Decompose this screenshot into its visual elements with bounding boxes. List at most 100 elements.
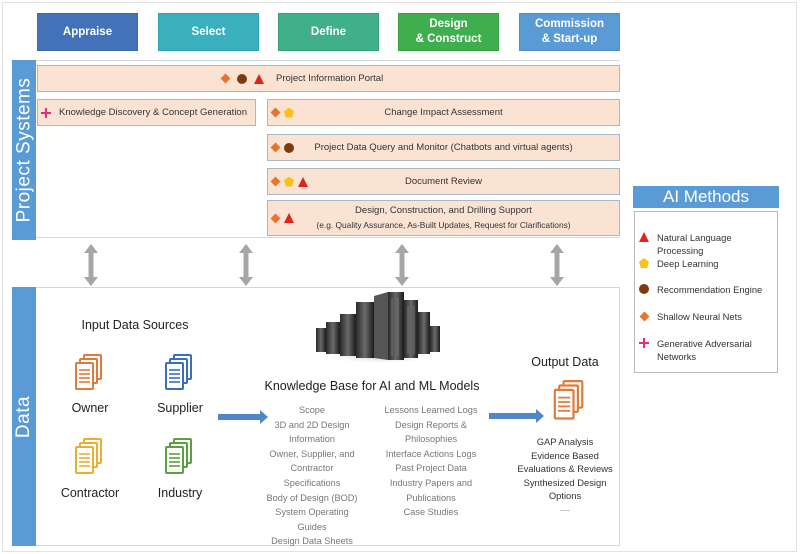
phase-select: Select: [158, 13, 259, 51]
bidirectional-arrow-icon: [395, 244, 409, 286]
source-industry: Industry: [157, 486, 203, 500]
deep-learning-icon: [284, 177, 294, 187]
kb-item: Scope: [298, 405, 326, 415]
kb-item: 3D and 2D Design: [274, 419, 350, 430]
legend-item-nlp: Natural Language Processing: [639, 231, 777, 257]
owner-documents-icon: [75, 354, 102, 390]
phase-label: Design & Construct: [415, 18, 482, 45]
bar-label: Change Impact Assessment: [384, 107, 503, 118]
bar-methods: [270, 213, 294, 223]
pentagon-icon: [639, 258, 649, 268]
circle-icon: [639, 284, 649, 294]
contractor-documents-icon: [75, 438, 102, 474]
phase-label: Appraise: [62, 25, 113, 38]
supplier-documents-icon: [165, 354, 192, 390]
bar-project-information-portal: Project Information Portal: [37, 65, 620, 92]
server-racks-icon: [316, 292, 441, 364]
source-owner: Owner: [71, 401, 109, 415]
generative-adversarial-networks-icon: [41, 107, 51, 118]
project-systems-text: Project Systems: [13, 77, 35, 223]
output-item: Options: [548, 490, 582, 501]
legend-label: Natural Language Processing: [657, 232, 732, 256]
phase-commission-startup: Commission & Start-up: [519, 13, 620, 51]
data-text: Data: [13, 395, 35, 438]
legend-item-recommendation-engine: Recommendation Engine: [639, 283, 762, 296]
knowledge-base-title: Knowledge Base for AI and ML Models: [264, 379, 480, 393]
bar-label: Document Review: [404, 176, 483, 187]
phase-label: Define: [310, 25, 347, 38]
kb-item: Interface Actions Logs: [385, 448, 477, 459]
output-item: GAP Analysis: [536, 436, 594, 447]
kb-item: Industry Papers and: [389, 477, 473, 488]
bar-design-construction-drilling-support: Design, Construction, and Drilling Suppo…: [267, 200, 620, 236]
legend-label: Recommendation Engine: [657, 284, 763, 295]
phase-label: Select: [191, 25, 226, 38]
natural-language-processing-icon: [254, 73, 264, 84]
phase-label: Commission & Start-up: [534, 18, 604, 45]
bar-document-review: Document Review: [267, 168, 620, 195]
phase-design-construct: Design & Construct: [398, 13, 499, 51]
bar-methods: [270, 108, 294, 118]
bar-project-data-query: Project Data Query and Monitor (Chatbots…: [267, 134, 620, 161]
bar-knowledge-discovery: Knowledge Discovery & Concept Generation: [37, 99, 256, 126]
bar-methods: [270, 176, 308, 187]
bidirectional-arrow-icon: [239, 244, 253, 286]
plus-icon: [639, 338, 649, 348]
data-label: Data: [12, 287, 36, 546]
legend-item-shallow-neural-nets: Shallow Neural Nets: [639, 310, 742, 323]
output-data-title: Output Data: [531, 355, 599, 369]
project-systems-label: Project Systems: [12, 60, 36, 240]
kb-item: System Operating Guides: [275, 507, 349, 532]
bidirectional-arrow-icon: [84, 244, 98, 286]
ai-methods-legend: Natural Language Processing Deep Learnin…: [634, 211, 778, 373]
bar-label-group: Design, Construction, and Drilling Suppo…: [316, 203, 570, 233]
diamond-icon: [639, 311, 649, 321]
output-item: Evidence Based: [531, 449, 599, 461]
kb-item: Philosophies: [404, 434, 458, 445]
shallow-neural-nets-icon: [220, 74, 230, 84]
shallow-neural-nets-icon: [270, 143, 280, 153]
bar-label: Knowledge Discovery & Concept Generation: [59, 107, 247, 118]
ai-methods-title: AI Methods: [633, 186, 779, 208]
shallow-neural-nets-icon: [270, 108, 280, 118]
shallow-neural-nets-icon: [270, 177, 280, 187]
legend-label: Deep Learning: [657, 258, 719, 269]
legend-label: Generative Adversarial Networks: [657, 338, 752, 362]
bar-sublabel: (e.g. Quality Assurance, As-Built Update…: [316, 220, 571, 230]
shallow-neural-nets-icon: [270, 213, 280, 223]
kb-item: Contractor Specifications: [283, 463, 341, 488]
deep-learning-icon: [284, 108, 294, 118]
triangle-icon: [639, 232, 649, 242]
recommendation-engine-icon: [237, 73, 247, 84]
phase-define: Define: [278, 13, 379, 51]
kb-item: Past Project Data: [395, 463, 467, 474]
source-supplier: Supplier: [157, 401, 203, 415]
legend-item-deep-learning: Deep Learning: [639, 257, 719, 270]
bar-change-impact-assessment: Change Impact Assessment: [267, 99, 620, 126]
bar-label: Design, Construction, and Drilling Suppo…: [355, 205, 532, 216]
bar-methods: [220, 73, 264, 84]
kb-item: Design Reports &: [394, 419, 467, 430]
kb-list-left: Scope 3D and 2D Design Information Owner…: [262, 403, 362, 549]
output-documents-icon: [553, 380, 584, 420]
kb-item: Design Data Sheets: [271, 536, 353, 547]
natural-language-processing-icon: [298, 176, 308, 187]
arrow-right-icon: [489, 409, 544, 423]
phase-appraise: Appraise: [37, 13, 138, 51]
kb-item: Owner, Supplier, and: [269, 448, 355, 459]
recommendation-engine-icon: [284, 142, 294, 153]
output-item: Synthesized Design: [523, 476, 607, 488]
bar-label: Project Data Query and Monitor (Chatbots…: [314, 142, 573, 153]
kb-item: Body of Design (BOD): [266, 492, 358, 503]
output-item: Evaluations & Reviews: [517, 463, 613, 474]
arrow-right-icon: [218, 410, 268, 424]
legend-label: Shallow Neural Nets: [657, 311, 742, 322]
bar-label: Project Information Portal: [276, 73, 384, 84]
output-item: .....: [560, 505, 570, 513]
legend-item-gan: Generative Adversarial Networks: [639, 337, 752, 363]
kb-item: Lessons Learned Logs: [384, 405, 478, 415]
source-contractor: Contractor: [60, 486, 120, 500]
industry-documents-icon: [165, 438, 192, 474]
natural-language-processing-icon: [284, 213, 294, 223]
kb-item: Case Studies: [403, 507, 459, 518]
